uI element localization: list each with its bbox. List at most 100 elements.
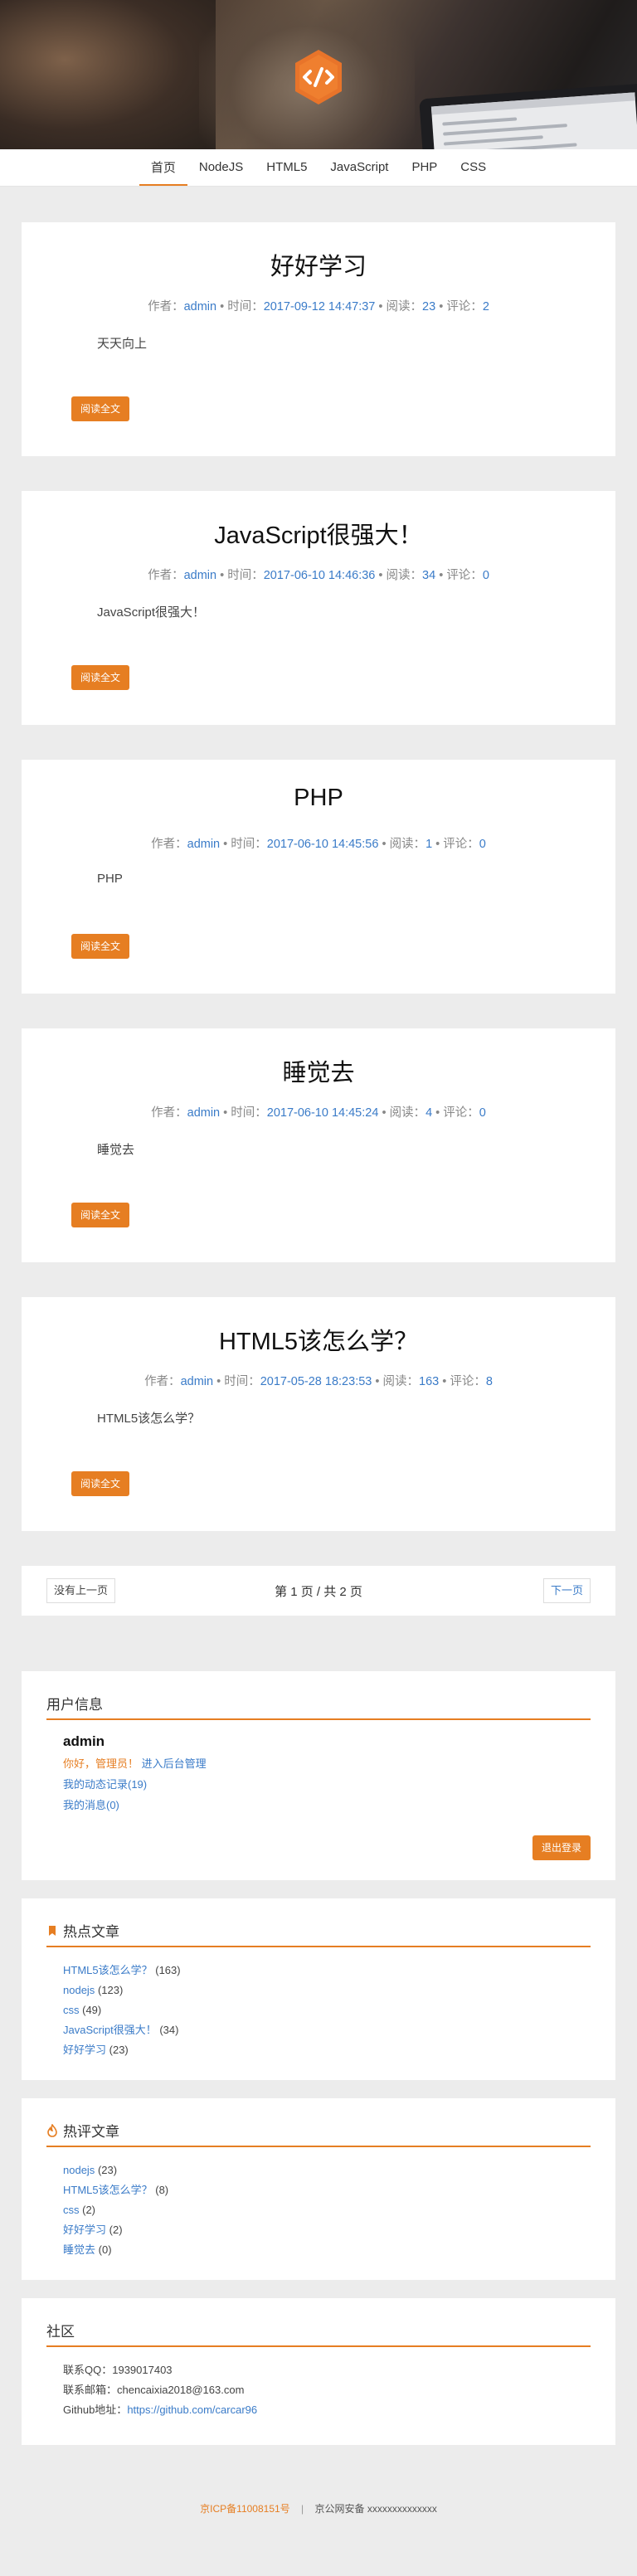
list-item: css (49) — [63, 2000, 591, 2020]
post-time: 2017-09-12 14:47:37 — [263, 300, 376, 313]
nav-item-css[interactable]: CSS — [449, 149, 498, 186]
time-label: 时间： — [231, 838, 267, 851]
meta-separator: • — [220, 838, 231, 851]
post-reads: 4 — [425, 1106, 433, 1120]
list-item-link[interactable]: nodejs — [63, 2164, 95, 2176]
hot-comments-widget: 热评文章 nodejs (23) HTML5该怎么学？ (8) css (2) 好好学… — [22, 2098, 615, 2280]
list-item: nodejs (123) — [63, 1981, 591, 2000]
author-link[interactable]: admin — [181, 1375, 214, 1388]
list-item-link[interactable]: HTML5该怎么学？ — [63, 1964, 153, 1976]
page-info: 第 1 页 / 共 2 页 — [275, 1585, 362, 1599]
list-item: css (2) — [63, 2200, 591, 2220]
reads-label: 阅读： — [386, 569, 423, 582]
widget-title: 热点文章 — [46, 1920, 591, 1947]
comments-label: 评论： — [443, 838, 479, 851]
meta-separator: • — [216, 569, 228, 582]
list-item: 好好学习 (23) — [63, 2040, 591, 2060]
logout-button[interactable]: 退出登录 — [532, 1835, 591, 1860]
meta-separator: • — [435, 569, 447, 582]
read-more-button[interactable]: 阅读全文 — [71, 1471, 130, 1496]
list-item-link[interactable]: css — [63, 2204, 80, 2216]
pagination: 没有上一页 第 1 页 / 共 2 页 下一页 — [22, 1566, 615, 1616]
reads-label: 阅读： — [389, 838, 426, 851]
list-item-link[interactable]: HTML5该怎么学？ — [63, 2184, 153, 2196]
meta-separator: • — [435, 300, 447, 313]
list-item-count: (8) — [155, 2184, 169, 2196]
time-label: 时间： — [227, 300, 264, 313]
meta-separator: • — [432, 838, 444, 851]
nav-item-nodejs[interactable]: NodeJS — [187, 149, 255, 186]
meta-separator: • — [372, 1375, 383, 1388]
post-meta: 作者：admin • 时间：2017-06-10 14:46:36 • 阅读：3… — [22, 566, 615, 583]
post-title[interactable]: 睡觉去 — [22, 1053, 615, 1088]
list-item-link[interactable]: css — [63, 2004, 80, 2016]
post-summary: HTML5该怎么学？ — [97, 1412, 201, 1426]
list-item-link[interactable]: JavaScript很强大！ — [63, 2024, 157, 2036]
read-more-button[interactable]: 阅读全文 — [71, 396, 130, 421]
community-title: 社区 — [46, 2324, 75, 2340]
post-time: 2017-05-28 18:23:53 — [260, 1375, 372, 1388]
comments-label: 评论： — [443, 1106, 479, 1120]
hot-articles-list: HTML5该怎么学？ (163) nodejs (123) css (49) Java… — [46, 1947, 591, 2060]
post-card: 睡觉去 作者：admin • 时间：2017-06-10 14:45:24 • … — [22, 1028, 615, 1262]
list-item-count: (23) — [97, 2164, 118, 2176]
post-title[interactable]: JavaScript很强大！ — [22, 516, 615, 551]
post-title[interactable]: 好好学习 — [22, 247, 615, 282]
nav-item-php[interactable]: PHP — [400, 149, 449, 186]
nav-item-html5[interactable]: HTML5 — [255, 149, 318, 186]
hot-articles-widget: 热点文章 HTML5该怎么学？ (163) nodejs (123) css (49… — [22, 1898, 615, 2080]
author-label: 作者： — [148, 569, 184, 582]
hot-comments-title: 热评文章 — [63, 2124, 119, 2140]
meta-separator: • — [375, 569, 387, 582]
hero-background-left — [0, 0, 216, 149]
list-item: 好好学习 (2) — [63, 2220, 591, 2240]
comments-label: 评论： — [446, 300, 483, 313]
post-meta: 作者：admin • 时间：2017-09-12 14:47:37 • 阅读：2… — [22, 297, 615, 314]
post-card: PHP 作者：admin • 时间：2017-06-10 14:45:56 • … — [22, 760, 615, 994]
read-more-button[interactable]: 阅读全文 — [71, 934, 130, 959]
user-info-widget: 用户信息 admin 你好，管理员！ 进入后台管理 我的动态记录(19) 我的消… — [22, 1671, 615, 1880]
meta-separator: • — [375, 300, 387, 313]
author-link[interactable]: admin — [187, 838, 221, 851]
fire-icon — [47, 2123, 57, 2137]
community-info: 联系QQ：1939017403 联系邮箱：chencaixia2018@163.… — [46, 2347, 591, 2420]
author-link[interactable]: admin — [184, 300, 217, 313]
list-item-count: (49) — [82, 2004, 102, 2016]
post-title[interactable]: HTML5该怎么学？ — [22, 1322, 615, 1357]
site-logo-icon[interactable] — [289, 48, 348, 106]
list-item-link[interactable]: 睡觉去 — [63, 2243, 95, 2256]
post-card: HTML5该怎么学？ 作者：admin • 时间：2017-05-28 18:2… — [22, 1297, 615, 1531]
reads-label: 阅读： — [382, 1375, 420, 1388]
post-card: JavaScript很强大！ 作者：admin • 时间：2017-06-10 … — [22, 491, 615, 725]
list-item-link[interactable]: 好好学习 — [63, 2044, 106, 2056]
next-page-button[interactable]: 下一页 — [542, 1578, 591, 1603]
list-item-link[interactable]: nodejs — [63, 1984, 95, 1996]
user-name: admin — [63, 1733, 105, 1749]
list-item-count: (123) — [97, 1984, 124, 1996]
post-title[interactable]: PHP — [22, 785, 615, 812]
messages-link[interactable]: 我的消息(0) — [63, 1799, 119, 1811]
icp-link[interactable]: 京ICP备11008151号 — [200, 2503, 290, 2515]
list-item-count: (23) — [109, 2044, 129, 2056]
qq-label: 联系QQ： — [63, 2364, 113, 2376]
author-label: 作者： — [144, 1375, 181, 1388]
bookmark-icon — [49, 1925, 56, 1936]
laptop-image — [419, 83, 637, 149]
nav-item-home[interactable]: 首页 — [139, 149, 187, 186]
email-label: 联系邮箱： — [63, 2384, 118, 2396]
read-more-button[interactable]: 阅读全文 — [71, 1203, 130, 1227]
github-link[interactable]: https://github.com/carcar96 — [127, 2403, 257, 2416]
read-more-button[interactable]: 阅读全文 — [71, 665, 130, 690]
post-time: 2017-06-10 14:46:36 — [263, 569, 376, 582]
activity-link[interactable]: 我的动态记录(19) — [63, 1778, 147, 1791]
post-meta: 作者：admin • 时间：2017-06-10 14:45:56 • 阅读：1… — [22, 834, 615, 852]
hot-articles-title: 热点文章 — [63, 1924, 119, 1940]
author-link[interactable]: admin — [184, 569, 217, 582]
meta-separator: • — [213, 1375, 225, 1388]
meta-separator: • — [432, 1106, 444, 1120]
community-widget: 社区 联系QQ：1939017403 联系邮箱：chencaixia2018@1… — [22, 2298, 615, 2445]
nav-item-javascript[interactable]: JavaScript — [318, 149, 400, 186]
list-item-link[interactable]: 好好学习 — [63, 2224, 106, 2236]
admin-panel-link[interactable]: 进入后台管理 — [142, 1757, 207, 1770]
author-link[interactable]: admin — [187, 1106, 221, 1120]
